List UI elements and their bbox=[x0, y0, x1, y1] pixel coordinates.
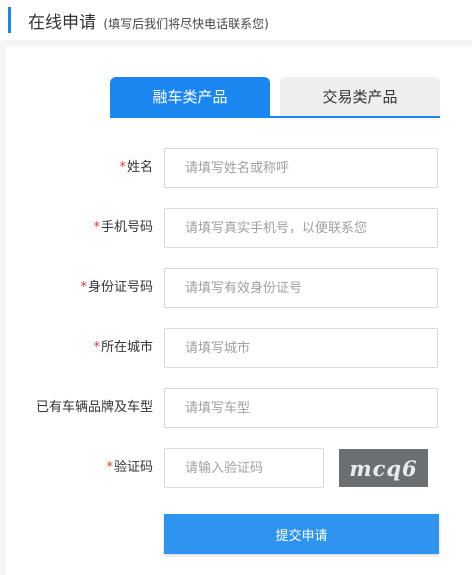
car-model-label-text: 已有车辆品牌及车型 bbox=[35, 400, 153, 415]
form-panel bbox=[6, 46, 472, 575]
id-number-label-text: 身份证号码 bbox=[87, 280, 153, 295]
captcha-image[interactable]: mcq6 bbox=[339, 449, 428, 487]
phone-input[interactable] bbox=[164, 208, 438, 248]
car-model-label: 已有车辆品牌及车型 bbox=[36, 388, 153, 428]
required-mark: * bbox=[93, 220, 100, 235]
name-label-text: 姓名 bbox=[126, 160, 153, 175]
required-mark: * bbox=[80, 280, 87, 295]
captcha-image-text: mcq6 bbox=[349, 455, 418, 481]
header-accent-bar bbox=[8, 7, 11, 33]
phone-label: *手机号码 bbox=[93, 208, 153, 248]
required-mark: * bbox=[93, 340, 100, 355]
city-label: *所在城市 bbox=[93, 328, 153, 368]
captcha-input[interactable] bbox=[164, 448, 324, 488]
page-subtitle: (填写后我们将尽快电话联系您) bbox=[103, 17, 269, 31]
tabs-underline bbox=[110, 116, 440, 118]
submit-button[interactable]: 提交申请 bbox=[164, 514, 439, 554]
tab-car-finance-products[interactable]: 融车类产品 bbox=[110, 77, 270, 117]
required-mark: * bbox=[106, 460, 113, 475]
tab-trade-products[interactable]: 交易类产品 bbox=[280, 77, 440, 117]
id-number-input[interactable] bbox=[164, 268, 438, 308]
city-input[interactable] bbox=[164, 328, 438, 368]
captcha-label: *验证码 bbox=[106, 448, 153, 488]
name-input[interactable] bbox=[164, 148, 438, 188]
page-title-text: 在线申请 bbox=[28, 13, 96, 33]
page-title: 在线申请 (填写后我们将尽快电话联系您) bbox=[28, 8, 269, 33]
name-label: *姓名 bbox=[119, 148, 153, 188]
city-label-text: 所在城市 bbox=[100, 340, 153, 355]
captcha-label-text: 验证码 bbox=[113, 460, 153, 475]
id-number-label: *身份证号码 bbox=[80, 268, 153, 308]
car-model-input[interactable] bbox=[164, 388, 438, 428]
section-header: 在线申请 (填写后我们将尽快电话联系您) bbox=[0, 0, 472, 40]
required-mark: * bbox=[119, 160, 126, 175]
phone-label-text: 手机号码 bbox=[100, 220, 153, 235]
